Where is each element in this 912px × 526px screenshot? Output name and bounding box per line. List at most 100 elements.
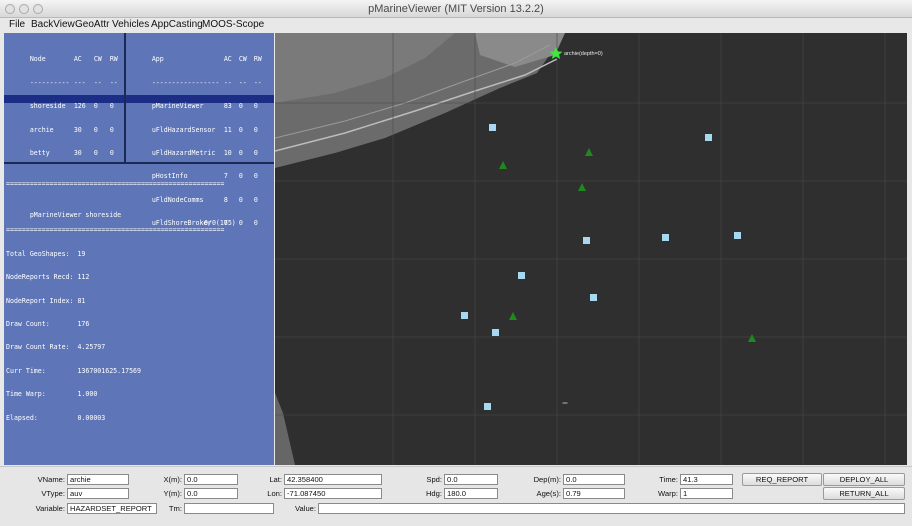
node-row-archie[interactable]: archie 30 0 0 <box>4 119 124 134</box>
menu-appcasting[interactable]: AppCasting <box>151 19 203 30</box>
report-line: Draw Count Rate: 4.25797 <box>6 343 106 352</box>
title-bar: pMarineViewer (MIT Version 13.2.2) <box>0 0 912 18</box>
app-name: pMarineViewer <box>151 102 204 111</box>
column-header-rw: RW <box>109 55 118 64</box>
menu-geoattr[interactable]: GeoAttr <box>75 19 109 30</box>
node-row-shoreside[interactable]: shoreside 126 0 0 <box>4 95 124 110</box>
ym-field[interactable]: 0.0 <box>184 488 238 499</box>
age-field[interactable]: 0.79 <box>563 488 625 499</box>
return-all-button[interactable]: RETURN_ALL <box>823 487 905 500</box>
value-label: Value: <box>295 504 316 513</box>
hazard-square-marker[interactable] <box>583 237 590 244</box>
report-line: NodeReports Recd: 112 <box>6 273 90 282</box>
tm-field[interactable] <box>184 503 274 514</box>
hazard-square-marker[interactable] <box>590 294 597 301</box>
app-cw: 0 <box>238 125 243 134</box>
depth-field[interactable]: 0.0 <box>563 474 625 485</box>
appcast-report: ========================================… <box>4 164 274 464</box>
vtype-field[interactable]: auv <box>67 488 129 499</box>
report-heading: pMarineViewer shoreside <box>29 210 122 219</box>
water-artifact <box>562 402 568 404</box>
divider-text: -- <box>223 78 232 87</box>
menu-file[interactable]: File <box>9 19 25 30</box>
column-header-rw: RW <box>253 55 262 64</box>
vtype-label: VType: <box>41 489 65 498</box>
node-name: betty <box>29 148 50 157</box>
node-ac: 30 <box>73 125 82 134</box>
map-canvas[interactable]: archie(depth=0) <box>275 33 907 465</box>
hazard-square-marker[interactable] <box>662 234 669 241</box>
map-view[interactable]: archie(depth=0) <box>275 33 907 465</box>
report-line: Elapsed: 0.00003 <box>6 413 106 422</box>
menu-moos-scope[interactable]: MOOS-Scope <box>202 19 264 30</box>
tm-label: Tm: <box>168 504 182 513</box>
vname-label: VName: <box>37 475 65 484</box>
app-cw: 0 <box>238 148 243 157</box>
xm-label: X(m): <box>163 475 182 484</box>
node-list-divider: ---------- --- -- -- <box>4 72 124 87</box>
depth-label: Dep(m): <box>533 475 561 484</box>
node-rw: 0 <box>109 125 114 134</box>
report-line: NodeReport Index: 81 <box>6 296 86 305</box>
node-ac: 30 <box>73 148 82 157</box>
vname-field[interactable]: archie <box>67 474 129 485</box>
divider-text: -- <box>109 78 118 87</box>
app-rw: 0 <box>253 148 258 157</box>
report-line: Curr Time: 1367001625.17569 <box>6 366 141 375</box>
lat-field[interactable]: 42.358400 <box>284 474 382 485</box>
app-row-pmarineviewer[interactable]: pMarineViewer 83 0 0 <box>126 95 274 110</box>
variable-field[interactable]: HAZARDSET_REPORT <box>67 503 157 514</box>
menu-vehicles[interactable]: Vehicles <box>112 19 149 30</box>
req-report-button[interactable]: REQ_REPORT <box>742 473 822 486</box>
report-heading-count: 0/0(165) <box>204 218 236 227</box>
column-header-app: App <box>151 55 164 64</box>
xm-field[interactable]: 0.0 <box>184 474 238 485</box>
app-rw: 0 <box>253 102 258 111</box>
app-window: pMarineViewer (MIT Version 13.2.2) File … <box>0 0 912 526</box>
hazard-square-marker[interactable] <box>489 124 496 131</box>
column-header-ac: AC <box>223 55 232 64</box>
warp-label: Warp: <box>658 489 678 498</box>
report-rule: ========================================… <box>6 227 225 235</box>
app-ac: 11 <box>223 125 232 134</box>
hazard-square-marker[interactable] <box>484 403 491 410</box>
hazard-square-marker[interactable] <box>461 312 468 319</box>
deploy-all-button[interactable]: DEPLOY_ALL <box>823 473 905 486</box>
app-row-ufldhazardsensor[interactable]: uFldHazardSensor 11 0 0 <box>126 119 274 134</box>
spd-field[interactable]: 0.0 <box>444 474 498 485</box>
time-field[interactable]: 41.3 <box>680 474 733 485</box>
warp-field[interactable]: 1 <box>680 488 733 499</box>
app-name: uFldHazardMetric <box>151 148 216 157</box>
divider-text: -- <box>93 78 102 87</box>
hazard-square-marker[interactable] <box>518 272 525 279</box>
control-panel: VName: archie VType: auv X(m): 0.0 Y(m):… <box>0 466 912 526</box>
hdg-field[interactable]: 180.0 <box>444 488 498 499</box>
node-list[interactable]: Node AC CW RW ---------- --- -- -- shoreside 12… <box>4 33 124 163</box>
column-header-cw: CW <box>93 55 102 64</box>
variable-label: Variable: <box>35 504 65 513</box>
divider-text: --- <box>73 78 86 87</box>
lon-field[interactable]: -71.087450 <box>284 488 382 499</box>
menu-backview[interactable]: BackView <box>31 19 75 30</box>
divider-text: ----------------- <box>151 78 220 87</box>
spd-label: Spd: <box>426 475 442 484</box>
report-rule: ========================================… <box>6 180 225 188</box>
value-field[interactable] <box>318 503 905 514</box>
hazard-square-marker[interactable] <box>492 329 499 336</box>
app-list[interactable]: App AC CW RW ----------------- -- -- -- pMarin… <box>126 33 274 227</box>
lat-label: Lat: <box>269 475 282 484</box>
app-row-ufldhazardmetric[interactable]: uFldHazardMetric 10 0 0 <box>126 142 274 157</box>
age-label: Age(s): <box>536 489 561 498</box>
report-line: Total GeoShapes: 19 <box>6 249 86 258</box>
node-row-betty[interactable]: betty 30 0 0 <box>4 142 124 157</box>
hazard-square-marker[interactable] <box>734 232 741 239</box>
node-rw: 0 <box>109 148 114 157</box>
app-rw: 0 <box>253 125 258 134</box>
divider-text: ---------- <box>29 78 70 87</box>
divider-text: -- <box>238 78 247 87</box>
app-cw: 0 <box>238 102 243 111</box>
app-name: uFldHazardSensor <box>151 125 216 134</box>
node-name: shoreside <box>29 102 66 111</box>
node-list-header: Node AC CW RW <box>4 49 124 64</box>
hazard-square-marker[interactable] <box>705 134 712 141</box>
